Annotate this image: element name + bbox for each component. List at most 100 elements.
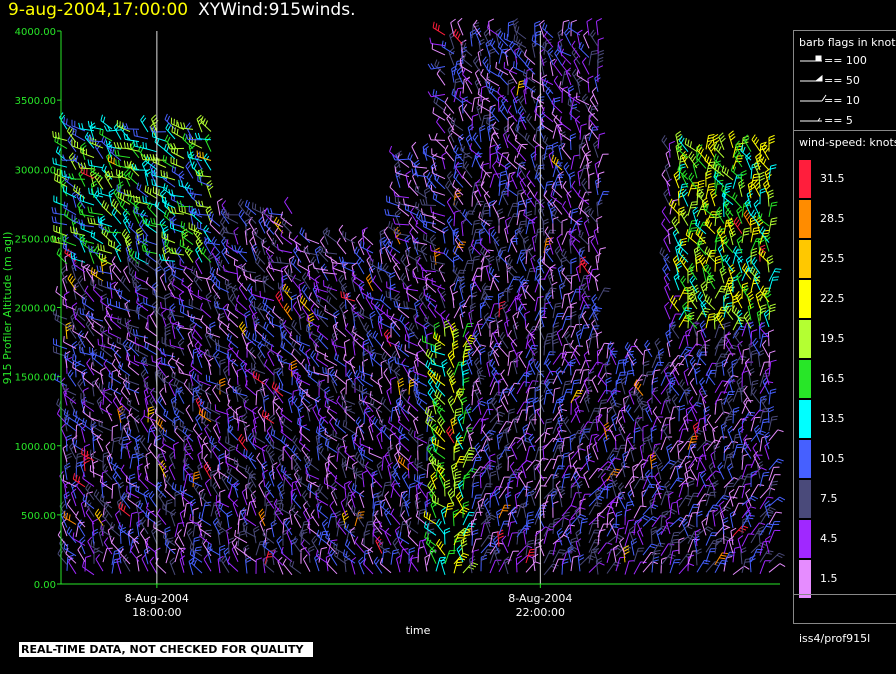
wind-barb bbox=[661, 135, 671, 152]
wind-barb bbox=[392, 218, 410, 226]
wind-barb bbox=[477, 498, 484, 516]
wind-barb bbox=[385, 290, 401, 302]
x-tick-time: 18:00:00 bbox=[132, 606, 181, 619]
wind-barb bbox=[543, 563, 559, 576]
wind-barb bbox=[462, 473, 471, 490]
wind-barb bbox=[443, 527, 451, 545]
wind-barb bbox=[489, 470, 497, 488]
wind-barb bbox=[484, 515, 492, 534]
wind-barb bbox=[138, 510, 145, 528]
wind-barb bbox=[195, 199, 212, 209]
wind-barb bbox=[504, 442, 511, 461]
wind-barb bbox=[183, 521, 194, 537]
wind-barb bbox=[523, 86, 530, 105]
wind-barb bbox=[651, 354, 664, 369]
wind-barb bbox=[411, 160, 428, 169]
wind-barb bbox=[238, 282, 248, 301]
wind-barb bbox=[552, 501, 559, 518]
wind-barb-plot: 0.00 500.00 1000.00 1500.00 2000.00 2500.00 30… bbox=[1, 17, 786, 637]
wind-barb bbox=[462, 171, 473, 188]
wind-barb bbox=[714, 525, 731, 537]
wind-barb bbox=[728, 227, 737, 246]
wind-barb bbox=[93, 489, 104, 506]
wind-barb bbox=[298, 281, 305, 299]
wind-barb bbox=[120, 464, 131, 482]
wind-barb bbox=[460, 396, 468, 414]
wind-barb bbox=[183, 463, 194, 480]
wind-barb bbox=[354, 451, 365, 469]
wind-barb bbox=[485, 263, 492, 282]
wind-barb bbox=[767, 329, 775, 347]
wind-barb bbox=[452, 509, 460, 527]
wind-barb bbox=[244, 380, 257, 396]
wind-barb bbox=[134, 387, 140, 406]
color-scale-label: 1.5 bbox=[820, 572, 838, 585]
wind-barb bbox=[743, 385, 752, 403]
wind-barb bbox=[728, 130, 736, 149]
wind-barb bbox=[270, 519, 277, 538]
wind-barb bbox=[301, 490, 311, 508]
wind-barb bbox=[288, 363, 302, 377]
wind-barb bbox=[87, 206, 104, 216]
wind-barb bbox=[168, 378, 176, 397]
wind-barb bbox=[499, 103, 509, 121]
wind-barb bbox=[434, 341, 442, 359]
wind-barb bbox=[276, 243, 293, 254]
wind-barb bbox=[224, 450, 239, 463]
wind-barb bbox=[469, 302, 477, 320]
wind-barb bbox=[283, 303, 293, 321]
wind-barb bbox=[683, 368, 690, 386]
wind-barb bbox=[483, 312, 491, 331]
wind-barb bbox=[500, 187, 509, 206]
wind-barb bbox=[64, 462, 71, 480]
wind-barb bbox=[53, 338, 68, 350]
wind-barb bbox=[716, 312, 725, 330]
wind-barb bbox=[740, 170, 747, 188]
wind-barb bbox=[750, 542, 767, 554]
wind-barb bbox=[504, 162, 511, 180]
wind-barb bbox=[408, 331, 415, 349]
wind-barb bbox=[768, 134, 775, 152]
x-tick-time: 22:00:00 bbox=[516, 606, 565, 619]
wind-barb bbox=[757, 211, 770, 227]
wind-barb bbox=[143, 489, 150, 508]
wind-barb bbox=[498, 504, 511, 519]
wind-barb bbox=[765, 535, 771, 554]
wind-barb bbox=[651, 387, 662, 405]
wind-barb bbox=[160, 443, 167, 462]
wind-barb bbox=[518, 350, 527, 369]
wind-barb bbox=[290, 502, 302, 519]
wind-barb bbox=[105, 403, 113, 422]
wind-barb bbox=[407, 179, 419, 196]
wind-barb bbox=[472, 274, 482, 292]
wind-barb bbox=[750, 522, 766, 535]
wind-barb bbox=[293, 245, 302, 263]
wind-barb bbox=[136, 554, 143, 572]
wind-barb bbox=[408, 482, 416, 499]
wind-barb bbox=[380, 304, 392, 321]
wind-barb bbox=[516, 350, 523, 368]
wind-barb bbox=[254, 274, 262, 292]
wind-barb bbox=[281, 217, 293, 234]
wind-barb bbox=[439, 290, 447, 309]
wind-barb bbox=[101, 227, 113, 243]
wind-barb bbox=[291, 435, 302, 453]
wind-barb bbox=[265, 491, 275, 509]
wind-barb bbox=[202, 225, 212, 243]
wind-barb bbox=[463, 104, 473, 121]
legend-panel: barb flags in knots == 100 == 50 == 10 =… bbox=[793, 30, 896, 645]
wind-barb bbox=[252, 430, 266, 444]
wind-barb bbox=[213, 350, 221, 368]
wind-barb bbox=[460, 537, 468, 555]
wind-barb bbox=[729, 510, 737, 528]
wind-barb bbox=[766, 255, 774, 273]
wind-barb bbox=[200, 315, 212, 331]
wind-barb bbox=[445, 180, 455, 198]
wind-barb bbox=[553, 75, 563, 93]
wind-barb bbox=[551, 281, 558, 299]
wind-barb bbox=[326, 284, 338, 300]
wind-barb bbox=[408, 547, 415, 564]
wind-barb bbox=[516, 189, 524, 206]
wind-barb bbox=[233, 227, 239, 245]
wind-barb bbox=[312, 262, 329, 271]
